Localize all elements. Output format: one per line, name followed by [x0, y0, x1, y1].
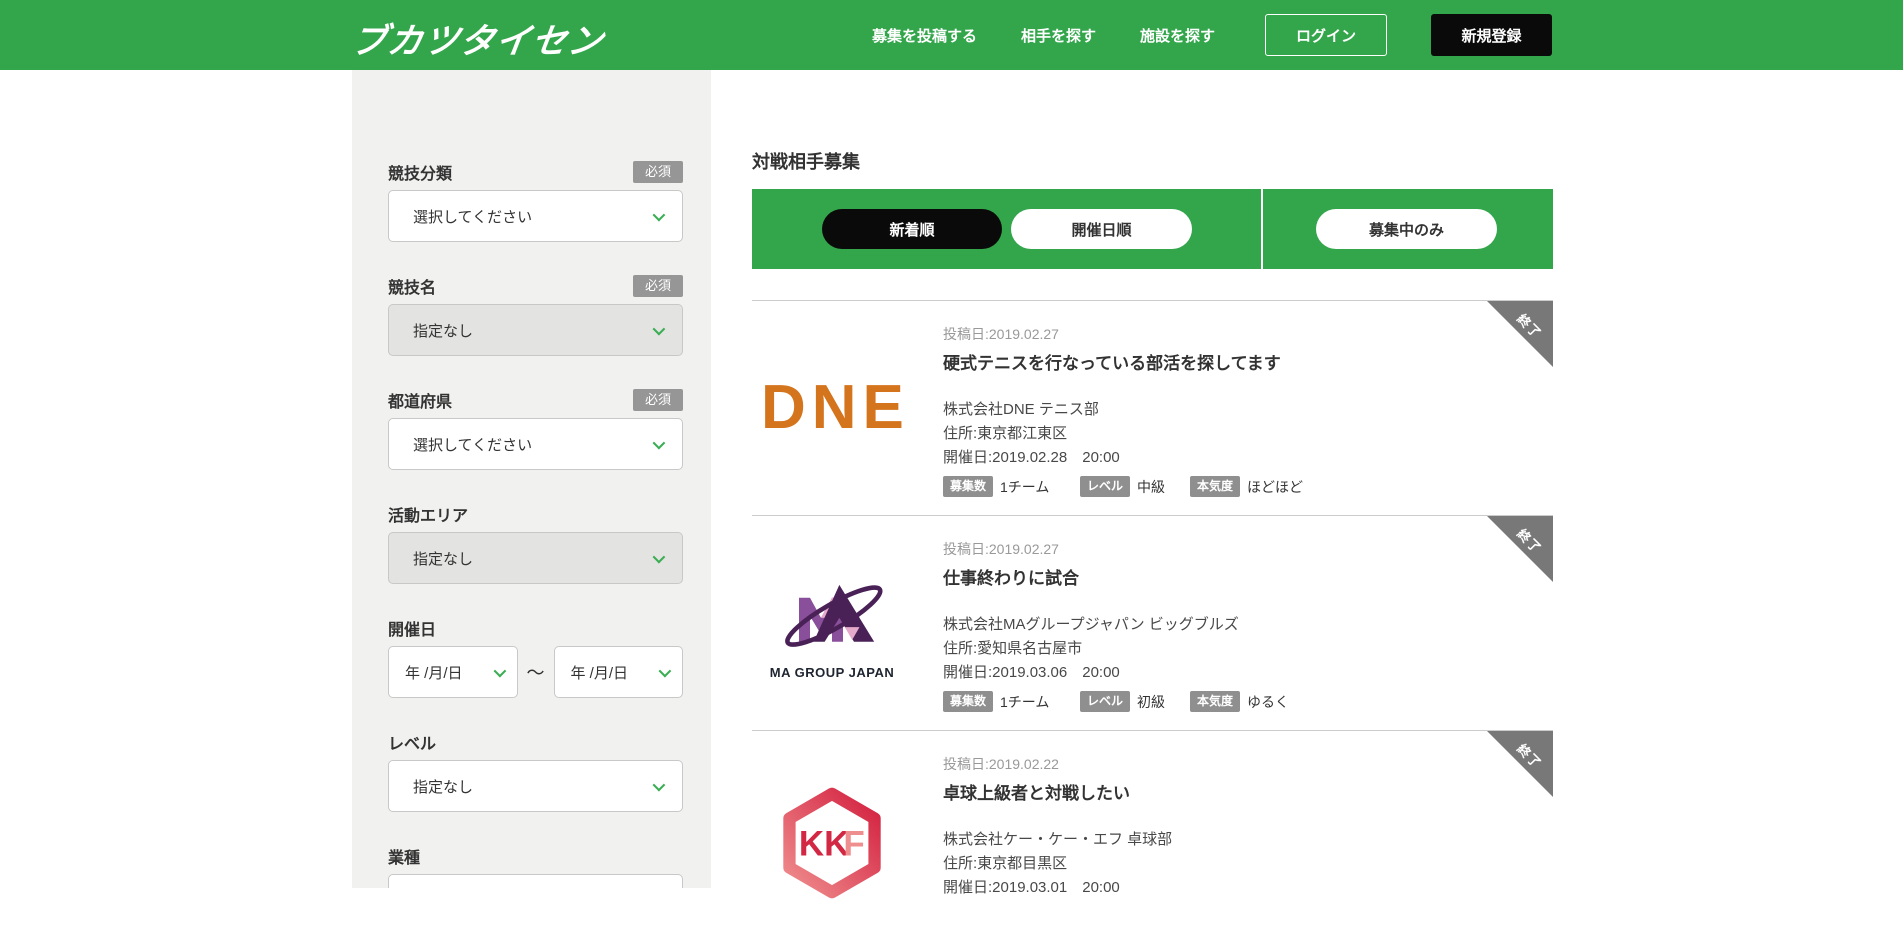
posted-date: 投稿日:2019.02.27	[943, 325, 1503, 343]
seriousness-badge: 本気度	[1190, 691, 1240, 712]
seriousness-badge-group: 本気度 ゆるく	[1190, 691, 1289, 712]
register-button[interactable]: 新規登録	[1431, 14, 1552, 56]
event-date: 開催日:2019.03.01 20:00	[943, 876, 1503, 900]
filter-sport-category: 競技分類 必須 選択してください	[388, 162, 683, 242]
sort-tab-event-date[interactable]: 開催日順	[1011, 209, 1192, 249]
company-logo-ma: MA GROUP JAPAN	[761, 576, 903, 680]
recruitment-title: 仕事終わりに試合	[943, 567, 1503, 591]
posted-date: 投稿日:2019.02.27	[943, 540, 1503, 558]
activity-area-select[interactable]: 指定なし	[388, 532, 683, 584]
event-date: 開催日:2019.03.06 20:00	[943, 661, 1503, 685]
required-badge: 必須	[633, 161, 683, 183]
chevron-down-icon	[653, 550, 666, 563]
recruitment-card[interactable]: 終了 DNE 投稿日:2019.02.27 硬式テニスを行なっている部活を探して…	[752, 300, 1553, 515]
filter-label: 競技名	[388, 274, 436, 298]
prefecture-select[interactable]: 選択してください	[388, 418, 683, 470]
teams-badge-group: 募集数 1チーム	[943, 476, 1080, 497]
chevron-down-icon	[653, 208, 666, 221]
header: ブカツタイセン 募集を投稿する 相手を探す 施設を探す ログイン 新規登録	[0, 0, 1903, 70]
recruitment-title: 硬式テニスを行なっている部活を探してます	[943, 352, 1503, 376]
filter-label: 業種	[388, 844, 420, 868]
chevron-down-icon	[493, 664, 506, 677]
seriousness-badge-group: 本気度 ほどほど	[1190, 476, 1303, 497]
level-select[interactable]: 指定なし	[388, 760, 683, 812]
filter-level: レベル 指定なし	[388, 732, 683, 812]
company-address: 住所:東京都江東区	[943, 422, 1503, 446]
filter-industry: 業種	[388, 846, 683, 888]
filter-activity-area: 活動エリア 指定なし	[388, 504, 683, 584]
filter-sidebar: 競技分類 必須 選択してください 競技名 必須 指定なし 都道府県 必須 選択し…	[352, 70, 711, 888]
chevron-down-icon	[653, 778, 666, 791]
company-address: 住所:愛知県名古屋市	[943, 637, 1503, 661]
seriousness-badge: 本気度	[1190, 476, 1240, 497]
required-badge: 必須	[633, 389, 683, 411]
chevron-down-icon	[659, 664, 672, 677]
nav-find-opponent[interactable]: 相手を探す	[1021, 25, 1096, 46]
site-logo[interactable]: ブカツタイセン	[348, 13, 607, 64]
company-logo-kkf: KK F	[761, 786, 903, 905]
level-badge-group: レベル 中級	[1080, 476, 1190, 497]
svg-text:F: F	[843, 824, 864, 863]
company-name: 株式会社ケー・ケー・エフ 卓球部	[943, 828, 1503, 852]
chevron-down-icon	[653, 322, 666, 335]
date-from-select[interactable]: 年 /月/日	[388, 646, 518, 698]
chevron-down-icon	[653, 436, 666, 449]
recruitment-card[interactable]: 終了 MA GROUP JAPAN 投稿日:2019.02.27 仕事終わりに試…	[752, 515, 1553, 730]
filter-label: 競技分類	[388, 160, 452, 184]
sport-name-select[interactable]: 指定なし	[388, 304, 683, 356]
filter-sport-name: 競技名 必須 指定なし	[388, 276, 683, 356]
company-logo-caption: MA GROUP JAPAN	[761, 665, 903, 680]
main-content: 対戦相手募集 新着順 開催日順 募集中のみ 終了 DNE 投稿日:2019.02…	[752, 70, 1553, 888]
filter-event-date: 開催日 年 /月/日 ～ 年 /月/日	[388, 618, 683, 698]
company-logo-dne: DNE	[761, 371, 903, 445]
required-badge: 必須	[633, 275, 683, 297]
page-title: 対戦相手募集	[752, 148, 860, 174]
date-to-select[interactable]: 年 /月/日	[554, 646, 684, 698]
nav-post-recruitment[interactable]: 募集を投稿する	[872, 25, 977, 46]
svg-text:KK: KK	[799, 824, 850, 863]
teams-badge-group: 募集数 1チーム	[943, 691, 1080, 712]
level-badge-group: レベル 初級	[1080, 691, 1190, 712]
sort-tab-newest[interactable]: 新着順	[822, 209, 1002, 249]
filter-label: 開催日	[388, 616, 436, 640]
header-nav: 募集を投稿する 相手を探す 施設を探す ログイン 新規登録	[872, 0, 1552, 70]
login-button[interactable]: ログイン	[1265, 14, 1387, 56]
event-date: 開催日:2019.02.28 20:00	[943, 446, 1503, 470]
filter-prefecture: 都道府県 必須 選択してください	[388, 390, 683, 470]
posted-date: 投稿日:2019.02.22	[943, 755, 1503, 773]
recruitment-title: 卓球上級者と対戦したい	[943, 782, 1503, 806]
company-address: 住所:東京都目黒区	[943, 852, 1503, 876]
level-badge: レベル	[1080, 691, 1130, 712]
filter-open-only-toggle[interactable]: 募集中のみ	[1316, 209, 1497, 249]
teams-badge: 募集数	[943, 476, 993, 497]
level-badge: レベル	[1080, 476, 1130, 497]
nav-find-facility[interactable]: 施設を探す	[1140, 25, 1215, 46]
company-name: 株式会社MAグループジャパン ビッグブルズ	[943, 613, 1503, 637]
industry-select[interactable]	[388, 874, 683, 888]
teams-badge: 募集数	[943, 691, 993, 712]
date-range-separator: ～	[518, 659, 554, 685]
recruitment-card[interactable]: 終了 KK F 投稿日:2019.02.22 卓球上級者と対戦したい	[752, 730, 1553, 945]
company-name: 株式会社DNE テニス部	[943, 398, 1503, 422]
sort-bar-divider	[1261, 189, 1263, 269]
sort-bar: 新着順 開催日順 募集中のみ	[752, 189, 1553, 269]
filter-label: 活動エリア	[388, 502, 468, 526]
recruitment-list: 終了 DNE 投稿日:2019.02.27 硬式テニスを行なっている部活を探して…	[752, 300, 1553, 945]
filter-label: レベル	[388, 730, 436, 754]
sport-category-select[interactable]: 選択してください	[388, 190, 683, 242]
filter-label: 都道府県	[388, 388, 452, 412]
